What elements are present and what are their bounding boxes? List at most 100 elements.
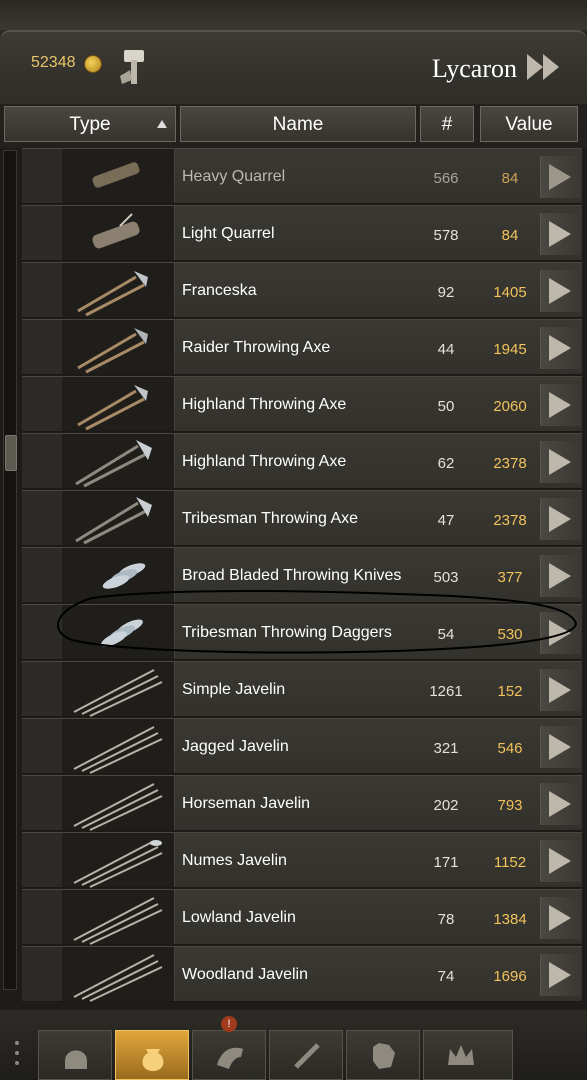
column-name[interactable]: Name: [180, 106, 416, 142]
item-thumbnail: [62, 491, 175, 545]
sort-ascending-icon: [157, 120, 167, 128]
buy-button[interactable]: [540, 612, 581, 654]
list-item[interactable]: Woodland Javelin 74 1696: [22, 946, 582, 1002]
column-quantity[interactable]: #: [420, 106, 474, 142]
item-thumbnail: [62, 719, 175, 774]
quarrel-icon: [92, 213, 140, 249]
arrow-right-icon: [549, 791, 571, 817]
arrow-right-icon: [549, 848, 571, 874]
list-item[interactable]: Simple Javelin 1261 152: [22, 661, 582, 717]
list-item[interactable]: Tribesman Throwing Axe 47 2378: [22, 490, 582, 546]
hammer-icon[interactable]: [116, 46, 150, 86]
item-quantity: 202: [433, 797, 459, 814]
tab-goods[interactable]: [115, 1030, 189, 1080]
item-name: Raider Throwing Axe: [182, 339, 331, 356]
buy-button[interactable]: [540, 213, 581, 255]
throwing-knives-icon: [102, 563, 146, 589]
item-quantity: 78: [437, 911, 455, 928]
item-value: 84: [501, 170, 519, 187]
buy-button[interactable]: [540, 897, 581, 939]
arrow-right-icon: [549, 221, 571, 247]
item-name: Horseman Javelin: [182, 795, 311, 812]
scrollbar-thumb[interactable]: [5, 435, 17, 471]
throwing-axe-icon: [77, 385, 148, 431]
item-quantity: 74: [437, 968, 455, 985]
item-value: 2378: [493, 455, 527, 472]
column-quantity-label: #: [441, 114, 453, 135]
column-value[interactable]: Value: [480, 106, 578, 142]
javelin-icon: [73, 897, 163, 945]
list-item[interactable]: Tribesman Throwing Daggers 54 530: [22, 604, 582, 660]
list-item[interactable]: Highland Throwing Axe 62 2378: [22, 433, 582, 489]
buy-button[interactable]: [540, 954, 581, 996]
arrow-right-icon: [549, 449, 571, 475]
item-thumbnail: [62, 605, 175, 659]
list-item[interactable]: Jagged Javelin 321 546: [22, 718, 582, 774]
column-type[interactable]: Type: [4, 106, 176, 142]
item-quantity: 62: [437, 455, 455, 472]
gold-amount: 52348: [31, 54, 76, 71]
item-name: Lowland Javelin: [182, 909, 296, 926]
buy-button[interactable]: [540, 783, 581, 825]
buy-button[interactable]: [540, 384, 581, 426]
tab-armor[interactable]: [38, 1030, 112, 1080]
item-value: 546: [497, 740, 523, 757]
buy-button[interactable]: [540, 327, 581, 369]
item-value: 377: [497, 569, 523, 586]
list-item[interactable]: Broad Bladed Throwing Knives 503 377: [22, 547, 582, 603]
list-item[interactable]: Raider Throwing Axe 44 1945: [22, 319, 582, 375]
tab-mounts[interactable]: [192, 1030, 266, 1080]
horse-icon: [217, 1047, 243, 1069]
item-thumbnail: [62, 320, 175, 374]
buy-button[interactable]: [540, 498, 581, 540]
list-item[interactable]: Horseman Javelin 202 793: [22, 775, 582, 831]
item-name: Tribesman Throwing Axe: [182, 510, 359, 527]
item-quantity: 578: [433, 227, 459, 244]
scrollbar-track[interactable]: [3, 150, 17, 990]
more-options-icon[interactable]: [14, 1040, 20, 1066]
row-margin: [22, 947, 63, 1001]
buy-button[interactable]: [540, 156, 581, 198]
tab-crown[interactable]: [423, 1030, 513, 1080]
list-item[interactable]: Heavy Quarrel 566 84: [22, 148, 582, 204]
item-thumbnail: [62, 890, 175, 945]
buy-button[interactable]: [540, 270, 581, 312]
row-margin: [22, 833, 63, 887]
item-thumbnail: [62, 149, 175, 203]
buy-button[interactable]: [540, 441, 581, 483]
buy-button[interactable]: [540, 669, 581, 711]
item-thumbnail: [62, 776, 175, 831]
list-item[interactable]: Franceska 92 1405: [22, 262, 582, 318]
row-margin: [22, 890, 63, 944]
item-name: Broad Bladed Throwing Knives: [182, 567, 402, 584]
list-item[interactable]: Highland Throwing Axe 50 2060: [22, 376, 582, 432]
item-list[interactable]: Heavy Quarrel 566 84 Light Quarrel 578 8…: [0, 148, 587, 1010]
item-quantity: 50: [437, 398, 455, 415]
arrow-right-icon: [549, 620, 571, 646]
throwing-axe-icon: [75, 440, 152, 488]
list-item[interactable]: Lowland Javelin 78 1384: [22, 889, 582, 945]
arrow-right-icon: [549, 392, 571, 418]
buy-button[interactable]: [540, 726, 581, 768]
tab-weapons[interactable]: [269, 1030, 343, 1080]
item-value: 1384: [493, 911, 527, 928]
gold-coin-icon: [84, 55, 102, 73]
item-thumbnail: [62, 548, 175, 602]
column-headers: Type Name # Value: [0, 104, 587, 148]
skip-forward-icon[interactable]: [525, 50, 565, 84]
tab-banners[interactable]: [346, 1030, 420, 1080]
item-quantity: 47: [437, 512, 455, 529]
list-item[interactable]: Light Quarrel 578 84: [22, 205, 582, 261]
throwing-axe-icon: [77, 328, 148, 374]
item-value: 1945: [493, 341, 527, 358]
item-thumbnail: [62, 947, 175, 1002]
item-name: Tribesman Throwing Daggers: [182, 624, 392, 641]
item-value: 152: [497, 683, 523, 700]
buy-button[interactable]: [540, 555, 581, 597]
item-value: 793: [497, 797, 523, 814]
list-item[interactable]: Numes Javelin 171 1152: [22, 832, 582, 888]
trade-header: 52348 Lycaron: [0, 30, 587, 108]
throwing-axe-icon: [77, 271, 148, 317]
buy-button[interactable]: [540, 840, 581, 882]
item-thumbnail: [62, 206, 175, 260]
